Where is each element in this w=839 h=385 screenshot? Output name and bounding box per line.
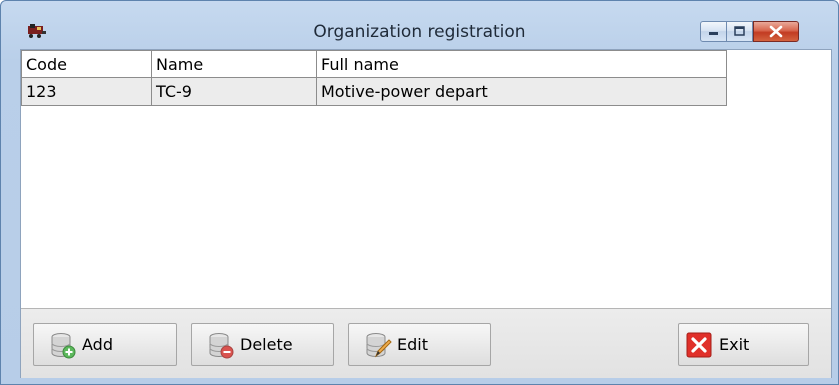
exit-button-label: Exit bbox=[719, 335, 750, 354]
cell-full-name[interactable]: Motive-power depart bbox=[317, 78, 727, 106]
minimize-button[interactable] bbox=[700, 21, 727, 42]
maximize-button[interactable] bbox=[726, 21, 753, 42]
maximize-icon bbox=[734, 26, 745, 36]
database-add-icon bbox=[51, 333, 76, 359]
delete-button-label: Delete bbox=[240, 335, 293, 354]
cell-code[interactable]: 123 bbox=[21, 78, 152, 106]
close-button[interactable] bbox=[753, 21, 799, 42]
database-remove-icon bbox=[209, 333, 234, 359]
app-window: Organization registration Code Name Full… bbox=[0, 0, 839, 385]
cell-name[interactable]: TC-9 bbox=[152, 78, 317, 106]
edit-button[interactable]: Edit bbox=[348, 323, 491, 366]
add-button-label: Add bbox=[82, 335, 113, 354]
column-header-code[interactable]: Code bbox=[21, 50, 152, 78]
database-edit-icon bbox=[366, 333, 392, 358]
close-icon bbox=[769, 25, 783, 38]
delete-button[interactable]: Delete bbox=[191, 323, 334, 366]
add-button[interactable]: Add bbox=[33, 323, 177, 366]
title-bar[interactable]: Organization registration bbox=[1, 1, 838, 45]
edit-button-label: Edit bbox=[397, 335, 428, 354]
exit-button[interactable]: Exit bbox=[678, 323, 809, 366]
button-bar: Add Delete Edit Exit bbox=[21, 308, 831, 378]
close-icon bbox=[686, 332, 712, 358]
column-header-name[interactable]: Name bbox=[152, 50, 317, 78]
minimize-icon bbox=[709, 32, 718, 35]
main-content: Code Name Full name 123 TC-9 Motive-powe… bbox=[20, 49, 832, 378]
column-header-full-name[interactable]: Full name bbox=[317, 50, 727, 78]
